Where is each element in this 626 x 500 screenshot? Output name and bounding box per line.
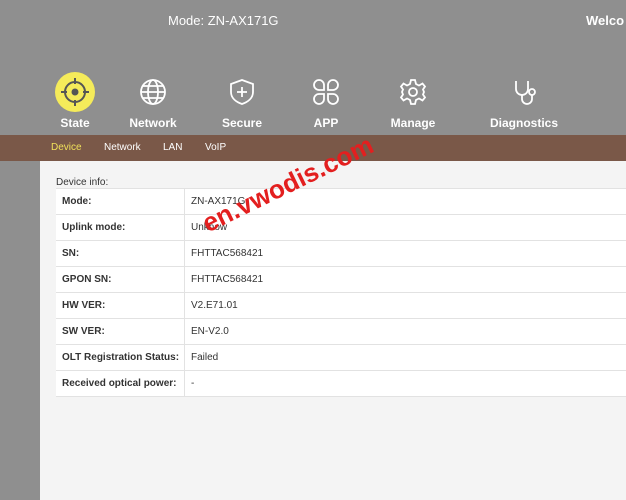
welcome-label: Welco [586, 13, 625, 28]
subnav-item-lan[interactable]: LAN [163, 142, 182, 153]
section-title: Device info: [56, 177, 109, 188]
top-bar: Mode: ZN-AX171G Welco State Network Secu… [0, 0, 626, 135]
nav-label-app: APP [313, 116, 339, 130]
row-label: Received optical power: [56, 370, 185, 397]
nav-label-manage: Manage [390, 116, 436, 130]
gear-icon [393, 72, 433, 112]
table-row: Mode: ZN-AX171G [56, 188, 626, 215]
nav-label-state: State [60, 116, 90, 130]
row-value: - [184, 370, 626, 397]
nav-item-network[interactable]: Network [108, 72, 198, 130]
globe-icon [133, 72, 173, 112]
subnav-item-device[interactable]: Device [51, 142, 82, 153]
table-row: SN: FHTTAC568421 [56, 240, 626, 267]
nav-item-secure[interactable]: Secure [197, 72, 287, 130]
target-icon [55, 72, 95, 112]
table-row: OLT Registration Status: Failed [56, 344, 626, 371]
stethoscope-icon [504, 72, 544, 112]
row-value: EN-V2.0 [184, 318, 626, 345]
row-value: FHTTAC568421 [184, 240, 626, 267]
nav-item-app[interactable]: APP [281, 72, 371, 130]
device-info-table: Mode: ZN-AX171G Uplink mode: Unknow SN: … [56, 188, 626, 397]
content-panel: Device info: Mode: ZN-AX171G Uplink mode… [40, 161, 626, 500]
nav-item-manage[interactable]: Manage [368, 72, 458, 130]
table-row: Uplink mode: Unknow [56, 214, 626, 241]
table-row: SW VER: EN-V2.0 [56, 318, 626, 345]
row-value: V2.E71.01 [184, 292, 626, 319]
shield-plus-icon [222, 72, 262, 112]
row-value: Failed [184, 344, 626, 371]
subnav-item-voip[interactable]: VoIP [205, 142, 226, 153]
row-label: GPON SN: [56, 266, 185, 293]
nav-label-diagnostics: Diagnostics [489, 116, 558, 130]
nav-label-network: Network [129, 116, 177, 130]
model-label: Mode: ZN-AX171G [168, 13, 279, 28]
row-label: SN: [56, 240, 185, 267]
row-label: SW VER: [56, 318, 185, 345]
row-label: HW VER: [56, 292, 185, 319]
nav-item-state[interactable]: State [30, 72, 120, 130]
app-grid-icon [306, 72, 346, 112]
row-label: Uplink mode: [56, 214, 185, 241]
nav-label-secure: Secure [221, 116, 263, 130]
table-row: GPON SN: FHTTAC568421 [56, 266, 626, 293]
row-label: OLT Registration Status: [56, 344, 185, 371]
row-label: Mode: [56, 188, 185, 215]
nav-item-diagnostics[interactable]: Diagnostics [479, 72, 569, 130]
row-value: FHTTAC568421 [184, 266, 626, 293]
table-row: HW VER: V2.E71.01 [56, 292, 626, 319]
subnav-item-network[interactable]: Network [104, 142, 141, 153]
table-row: Received optical power: - [56, 370, 626, 397]
